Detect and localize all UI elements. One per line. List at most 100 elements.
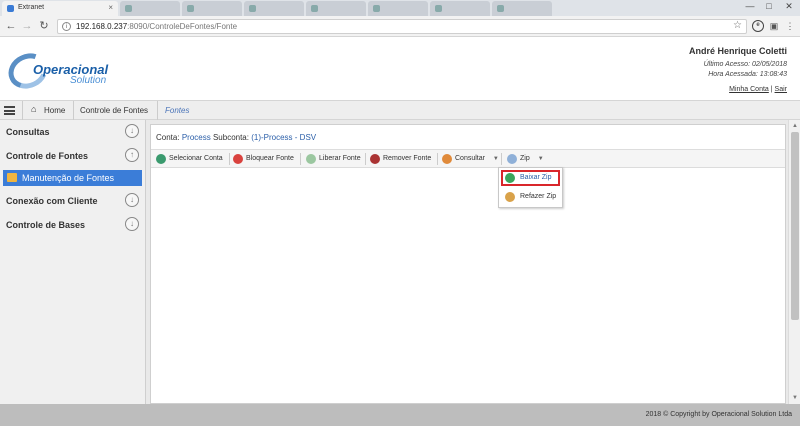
- browser-tab[interactable]: [368, 1, 428, 16]
- menu-kebab-icon[interactable]: ⋮: [784, 20, 796, 32]
- tab-close-icon[interactable]: ×: [108, 3, 113, 12]
- consult-icon: [442, 154, 452, 164]
- hamburger-menu-icon[interactable]: [4, 106, 15, 115]
- tab-favicon-icon: [187, 5, 194, 12]
- zip-icon: [507, 154, 517, 164]
- my-account-link[interactable]: Minha Conta: [729, 86, 769, 93]
- button-label: Liberar Fonte: [319, 155, 361, 162]
- sidebar-item-consultas[interactable]: Consultas ↓: [0, 120, 145, 144]
- zip-dropdown-menu: Baixar Zip Refazer Zip: [498, 167, 563, 208]
- extension-puzzle-icon[interactable]: ▣: [768, 20, 780, 32]
- reload-icon[interactable]: ↻: [37, 19, 51, 33]
- sidebar-item-label: Controle de Fontes: [6, 151, 89, 161]
- breadcrumb-home[interactable]: Home: [44, 106, 65, 115]
- content-panel: Conta: Process Subconta: (1)-Process - D…: [150, 124, 786, 404]
- button-label: Remover Fonte: [383, 155, 432, 162]
- release-source-button[interactable]: Liberar Fonte: [305, 152, 361, 166]
- download-icon: [505, 173, 515, 183]
- tab-favicon-icon: [311, 5, 318, 12]
- forward-arrow-icon[interactable]: →: [20, 19, 34, 33]
- browser-tab[interactable]: [306, 1, 366, 16]
- company-logo[interactable]: Operacional Solution: [2, 47, 126, 95]
- sidebar-subitem-label: Manutenção de Fontes: [22, 173, 115, 183]
- divider: [22, 101, 23, 120]
- divider: [501, 153, 502, 165]
- breadcrumb: ⌂ Home Controle de Fontes Fontes: [0, 100, 800, 120]
- close-window-button[interactable]: ✕: [780, 0, 798, 14]
- scroll-up-arrow-icon[interactable]: ▲: [791, 122, 799, 130]
- menu-item-redo-zip[interactable]: Refazer Zip: [501, 189, 560, 205]
- scrollbar-thumb[interactable]: [791, 132, 799, 320]
- action-toolbar: Selecionar Conta Bloquear Fonte Liberar …: [151, 150, 785, 168]
- redo-icon: [505, 192, 515, 202]
- back-arrow-icon[interactable]: ←: [4, 19, 18, 33]
- browser-tab[interactable]: [182, 1, 242, 16]
- scroll-down-arrow-icon[interactable]: ▼: [791, 394, 799, 402]
- last-access: Último Acesso: 02/05/2018: [703, 61, 787, 68]
- user-links: Minha Conta | Sair: [729, 86, 787, 93]
- expand-arrow-icon[interactable]: ↓: [125, 124, 139, 138]
- sidebar-subitem-manutencao-de-fontes[interactable]: Manutenção de Fontes: [3, 170, 142, 186]
- sidebar-item-label: Controle de Bases: [6, 220, 86, 230]
- select-account-button[interactable]: Selecionar Conta: [155, 152, 223, 166]
- tab-favicon-icon: [249, 5, 256, 12]
- account-label: Conta:: [156, 133, 180, 142]
- expand-arrow-icon[interactable]: ↓: [125, 217, 139, 231]
- address-bar[interactable]: i 192.168.0.237:8090/ControleDeFontes/Fo…: [57, 19, 747, 34]
- dropdown-arrow-icon: ▼: [492, 156, 499, 162]
- logout-link[interactable]: Sair: [775, 86, 787, 93]
- maximize-button[interactable]: □: [760, 0, 778, 14]
- account-info: Conta: Process Subconta: (1)-Process - D…: [156, 133, 316, 142]
- minimize-button[interactable]: —: [741, 0, 759, 14]
- tab-favicon-icon: [435, 5, 442, 12]
- remove-source-button[interactable]: Remover Fonte: [369, 152, 431, 166]
- divider: [365, 153, 366, 165]
- sidebar: Consultas ↓ Controle de Fontes ↑ Manuten…: [0, 120, 146, 404]
- url-path: :8090/ControleDeFontes/Fonte: [127, 22, 238, 31]
- breadcrumb-section[interactable]: Controle de Fontes: [80, 106, 148, 115]
- vertical-scrollbar[interactable]: ▲ ▼: [788, 120, 800, 404]
- select-account-icon: [156, 154, 166, 164]
- remove-icon: [370, 154, 380, 164]
- app-header: Operacional Solution André Henrique Cole…: [0, 37, 800, 100]
- home-icon[interactable]: ⌂: [31, 105, 40, 114]
- access-time: Hora Acessada: 13:08:43: [708, 71, 787, 78]
- info-icon[interactable]: i: [62, 22, 71, 31]
- button-label: Consultar: [455, 155, 485, 162]
- url-text[interactable]: 192.168.0.237:8090/ControleDeFontes/Font…: [76, 22, 237, 31]
- copyright-text: 2018 © Copyright by Operacional Solution…: [645, 411, 792, 418]
- browser-tab[interactable]: [492, 1, 552, 16]
- block-source-button[interactable]: Bloquear Fonte: [232, 152, 294, 166]
- block-icon: [233, 154, 243, 164]
- divider: [437, 153, 438, 165]
- browser-tab[interactable]: [120, 1, 180, 16]
- divider: [73, 101, 74, 120]
- subaccount-value: (1)-Process - DSV: [251, 133, 317, 142]
- menu-item-label: Baixar Zip: [520, 174, 552, 181]
- zip-button[interactable]: Zip ▼: [506, 152, 544, 166]
- tab-favicon-icon: [7, 5, 14, 12]
- tab-favicon-icon: [373, 5, 380, 12]
- browser-tab[interactable]: [244, 1, 304, 16]
- menu-item-label: Refazer Zip: [520, 193, 557, 200]
- browser-tab[interactable]: [430, 1, 490, 16]
- collapse-arrow-icon[interactable]: ↑: [125, 148, 139, 162]
- bookmark-star-icon[interactable]: ☆: [733, 20, 742, 31]
- sidebar-item-label: Consultas: [6, 127, 50, 137]
- browser-tab-active[interactable]: Extranet ×: [2, 1, 118, 16]
- extension-icon[interactable]: e: [752, 20, 764, 32]
- breadcrumb-current: Fontes: [165, 106, 190, 115]
- divider: [229, 153, 230, 165]
- sidebar-item-controle-de-bases[interactable]: Controle de Bases ↓: [0, 213, 145, 237]
- tab-favicon-icon: [125, 5, 132, 12]
- consult-button[interactable]: Consultar ▼: [441, 152, 499, 166]
- account-value: Process: [181, 133, 211, 142]
- subaccount-label: Subconta:: [212, 133, 249, 142]
- page-footer: 2018 © Copyright by Operacional Solution…: [0, 404, 800, 426]
- url-host: 192.168.0.237: [76, 22, 128, 31]
- expand-arrow-icon[interactable]: ↓: [125, 193, 139, 207]
- sidebar-item-conexao-com-cliente[interactable]: Conexão com Cliente ↓: [0, 189, 145, 213]
- logo-sub-text: Solution: [70, 75, 107, 86]
- menu-item-download-zip[interactable]: Baixar Zip: [501, 170, 560, 186]
- sidebar-item-controle-de-fontes[interactable]: Controle de Fontes ↑: [0, 144, 145, 168]
